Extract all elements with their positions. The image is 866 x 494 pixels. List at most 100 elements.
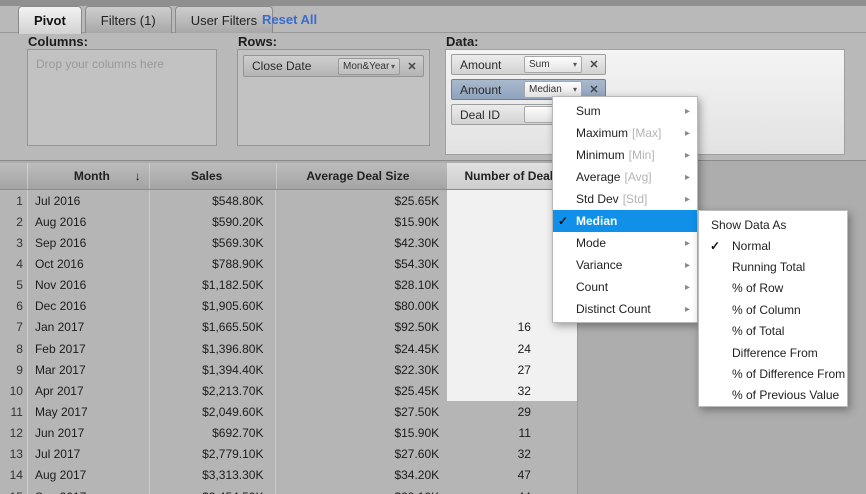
table-row[interactable]: 8 Feb 2017 $1,396.80K $24.45K 24 [0, 338, 577, 359]
show-data-as-option[interactable]: ✓ % of Row [699, 278, 847, 299]
data-field-pill[interactable]: Amount Sum ▾ ✕ [451, 54, 606, 75]
submenu-arrow-icon: ▸ [685, 238, 690, 249]
table-row[interactable]: 1 Jul 2016 $548.80K $25.65K [0, 190, 577, 211]
aggregation-menu-item[interactable]: ✓ Std Dev [Std] ▸ [553, 188, 697, 210]
number-of-deals-cell: 29 [447, 401, 577, 422]
option-label: Running Total [732, 260, 805, 274]
aggregation-dropdown[interactable]: Sum ▾ [524, 56, 582, 73]
column-header-sales[interactable]: Sales [150, 163, 277, 189]
menu-item-label: Sum [576, 104, 601, 118]
columns-placeholder: Drop your columns here [28, 50, 216, 78]
table-row[interactable]: 2 Aug 2016 $590.20K $15.90K [0, 211, 577, 232]
row-number-cell: 2 [0, 211, 28, 232]
avg-deal-size-cell: $22.30K [276, 359, 447, 380]
row-field-pill[interactable]: Close Date Mon&Year ▾ ✕ [243, 55, 424, 77]
field-name: Close Date [244, 59, 338, 73]
number-of-deals-cell: 32 [447, 444, 577, 465]
remove-field-icon[interactable]: ✕ [586, 83, 602, 96]
columns-label: Columns: [28, 34, 88, 49]
sales-cell: $3,313.30K [150, 465, 277, 486]
tab[interactable]: User Filters [175, 6, 273, 33]
row-number-cell: 14 [0, 465, 28, 486]
menu-item-shortcode: [Max] [632, 126, 661, 140]
sales-cell: $1,665.50K [150, 317, 277, 338]
submenu-arrow-icon: ▸ [685, 128, 690, 139]
columns-dropzone[interactable]: Drop your columns here [27, 49, 217, 146]
tab[interactable]: Pivot [18, 6, 82, 34]
avg-deal-size-cell: $34.20K [276, 465, 447, 486]
menu-item-shortcode: [Std] [623, 192, 648, 206]
sort-desc-icon[interactable]: ↓ [135, 169, 141, 183]
option-label: % of Column [732, 303, 801, 317]
data-label: Data: [446, 34, 479, 49]
show-data-as-option[interactable]: ✓ % of Total [699, 321, 847, 342]
show-data-as-option[interactable]: ✓ % of Difference From [699, 363, 847, 384]
option-label: Difference From [732, 346, 818, 360]
show-data-as-option[interactable]: ✓ % of Column [699, 299, 847, 320]
option-label: Normal [732, 239, 771, 253]
table-row[interactable]: 10 Apr 2017 $2,213.70K $25.45K 32 [0, 380, 577, 401]
table-row[interactable]: 12 Jun 2017 $692.70K $15.90K 11 [0, 423, 577, 444]
aggregation-menu-item[interactable]: ✓ Mode ▸ [553, 232, 697, 254]
row-number-cell: 11 [0, 401, 28, 422]
show-data-as-option[interactable]: ✓ Normal [699, 235, 847, 256]
table-row[interactable]: 7 Jan 2017 $1,665.50K $92.50K 16 [0, 317, 577, 338]
aggregation-menu-item[interactable]: ✓ Minimum [Min] ▸ [553, 144, 697, 166]
menu-item-label: Average [576, 170, 620, 184]
table-row[interactable]: 3 Sep 2016 $569.30K $42.30K [0, 232, 577, 253]
month-cell: Jul 2016 [28, 190, 150, 211]
month-cell: Sep 2017 [28, 486, 150, 494]
row-number-cell: 10 [0, 380, 28, 401]
aggregation-menu-item[interactable]: ✓ Variance ▸ [553, 254, 697, 276]
aggregation-menu-item[interactable]: ✓ Distinct Count ▸ [553, 298, 697, 320]
show-data-as-option[interactable]: ✓ Difference From [699, 342, 847, 363]
menu-item-label: Std Dev [576, 192, 619, 206]
header-label: Sales [191, 169, 222, 183]
table-row[interactable]: 9 Mar 2017 $1,394.40K $22.30K 27 [0, 359, 577, 380]
tab[interactable]: Filters (1) [85, 6, 172, 33]
row-number-cell: 13 [0, 444, 28, 465]
chevron-down-icon: ▾ [391, 62, 395, 71]
date-granularity-dropdown[interactable]: Mon&Year ▾ [338, 58, 400, 75]
column-header-avg-deal-size[interactable]: Average Deal Size [277, 163, 448, 189]
aggregation-menu-item[interactable]: ✓ Average [Avg] ▸ [553, 166, 697, 188]
row-number-cell: 8 [0, 338, 28, 359]
table-row[interactable]: 13 Jul 2017 $2,779.10K $27.60K 32 [0, 444, 577, 465]
submenu-arrow-icon: ▸ [685, 282, 690, 293]
table-row[interactable]: 4 Oct 2016 $788.90K $54.30K [0, 253, 577, 274]
option-label: % of Row [732, 281, 783, 295]
row-number-cell: 7 [0, 317, 28, 338]
show-data-as-option[interactable]: ✓ Running Total [699, 256, 847, 277]
table-row[interactable]: 14 Aug 2017 $3,313.30K $34.20K 47 [0, 465, 577, 486]
field-name: Deal ID [452, 108, 524, 122]
row-number-header [0, 163, 28, 189]
tab-label: Filters (1) [101, 13, 156, 28]
table-row[interactable]: 15 Sep 2017 $2,454.50K $29.10K 44 [0, 486, 577, 494]
table-row[interactable]: 11 May 2017 $2,049.60K $27.50K 29 [0, 401, 577, 422]
header-label: Number of Deals [464, 169, 559, 183]
column-header-month[interactable]: Month ↓ [28, 163, 150, 189]
aggregation-menu-item[interactable]: ✓ Count ▸ [553, 276, 697, 298]
rows-dropzone[interactable]: Close Date Mon&Year ▾ ✕ [237, 49, 430, 146]
number-of-deals-cell: 47 [447, 465, 577, 486]
pivot-table: Month ↓ Sales Average Deal Size Number o… [0, 163, 578, 494]
table-row[interactable]: 6 Dec 2016 $1,905.60K $80.00K [0, 296, 577, 317]
row-number-cell: 5 [0, 275, 28, 296]
aggregation-menu-item[interactable]: ✓ Sum ▸ [553, 100, 697, 122]
month-cell: Aug 2017 [28, 465, 150, 486]
show-data-as-option[interactable]: ✓ % of Previous Value [699, 385, 847, 406]
remove-field-icon[interactable]: ✕ [404, 60, 420, 73]
avg-deal-size-cell: $92.50K [276, 317, 447, 338]
table-row[interactable]: 5 Nov 2016 $1,182.50K $28.10K [0, 275, 577, 296]
menu-item-label: Minimum [576, 148, 625, 162]
submenu-arrow-icon: ▸ [685, 172, 690, 183]
month-cell: Jan 2017 [28, 317, 150, 338]
sales-cell: $2,454.50K [150, 486, 277, 494]
submenu-header: Show Data As [699, 214, 847, 235]
row-number-cell: 4 [0, 253, 28, 274]
remove-field-icon[interactable]: ✕ [586, 58, 602, 71]
aggregation-menu-item[interactable]: ✓ Maximum [Max] ▸ [553, 122, 697, 144]
show-data-as-submenu: Show Data As ✓ Normal ✓ Running Total ✓ … [698, 210, 848, 407]
reset-all-link[interactable]: Reset All [262, 12, 317, 27]
aggregation-menu-item[interactable]: ✓ Median ▸ [553, 210, 697, 232]
